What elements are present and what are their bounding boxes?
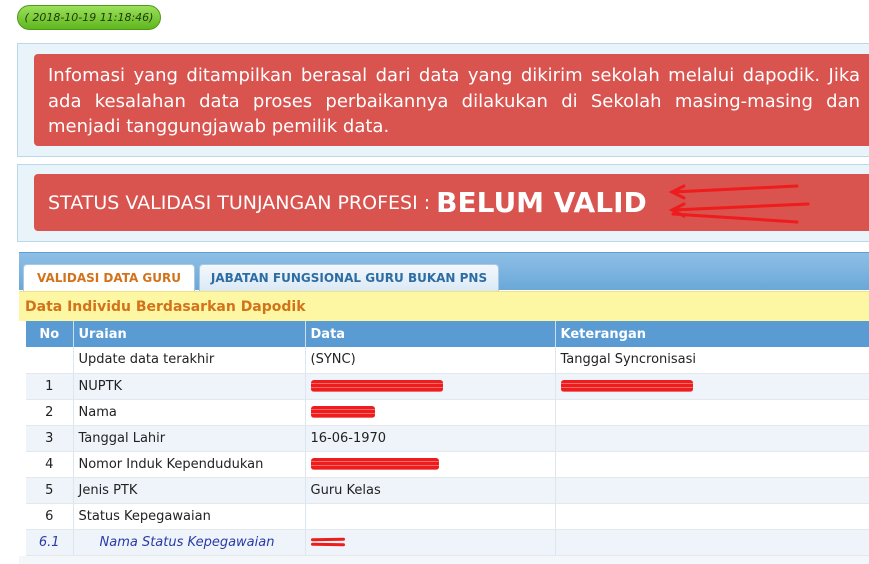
table-row: 4 Nomor Induk Kependudukan xyxy=(26,451,869,478)
row-no: 6 xyxy=(26,503,74,530)
redaction-mark xyxy=(311,535,345,549)
row-no: 4 xyxy=(26,451,74,478)
table-row: 5 Jenis PTK Guru Kelas xyxy=(26,477,869,504)
row-keterangan xyxy=(555,373,869,400)
column-header-no: No xyxy=(26,321,74,347)
row-data xyxy=(305,503,556,530)
row-uraian: Nama Status Kepegawaian xyxy=(73,529,306,556)
row-keterangan xyxy=(555,451,869,478)
table-row: 6.1 Nama Status Kepegawaian xyxy=(26,529,869,556)
redaction-mark xyxy=(310,406,375,418)
row-no xyxy=(26,347,74,374)
redaction-mark xyxy=(310,458,439,470)
row-uraian: NUPTK xyxy=(73,373,306,400)
section-title: Data Individu Berdasarkan Dapodik xyxy=(19,291,869,321)
status-value: BELUM VALID xyxy=(436,186,647,219)
row-uraian: Nama xyxy=(73,399,306,426)
tabs-bar: VALIDASI DATA GURU JABATAN FUNGSIONAL GU… xyxy=(19,252,869,291)
column-header-uraian: Uraian xyxy=(73,321,306,347)
row-keterangan xyxy=(555,425,869,452)
data-table: No Uraian Data Keterangan Update data te… xyxy=(26,321,869,556)
row-keterangan xyxy=(555,399,869,426)
info-panel: Infomasi yang ditampilkan berasal dari d… xyxy=(17,43,869,157)
row-data: Guru Kelas xyxy=(305,477,556,504)
row-keterangan xyxy=(555,503,869,530)
tab-jabatan-fungsional[interactable]: JABATAN FUNGSIONAL GURU BUKAN PNS xyxy=(199,264,499,291)
row-data: (SYNC) xyxy=(305,347,556,374)
info-alert: Infomasi yang ditampilkan berasal dari d… xyxy=(34,54,869,146)
bottom-strip xyxy=(19,556,869,564)
status-label: STATUS VALIDASI TUNJANGAN PROFESI : xyxy=(48,191,431,214)
table-row: 6 Status Kepegawaian xyxy=(26,503,869,530)
row-no: 5 xyxy=(26,477,74,504)
row-uraian: Jenis PTK xyxy=(73,477,306,504)
row-no: 3 xyxy=(26,425,74,452)
row-keterangan xyxy=(555,477,869,504)
redaction-mark xyxy=(560,380,693,392)
status-alert: STATUS VALIDASI TUNJANGAN PROFESI : BELU… xyxy=(34,174,869,231)
tab-validasi-data-guru[interactable]: VALIDASI DATA GURU xyxy=(23,264,195,291)
row-keterangan: Tanggal Syncronisasi xyxy=(555,347,869,374)
row-data xyxy=(305,451,556,478)
table-row: Update data terakhir (SYNC) Tanggal Sync… xyxy=(26,347,869,374)
redaction-mark xyxy=(310,380,443,392)
row-uraian: Nomor Induk Kependudukan xyxy=(73,451,306,478)
row-data xyxy=(305,399,556,426)
row-no: 1 xyxy=(26,373,74,400)
row-uraian: Status Kepegawaian xyxy=(73,503,306,530)
table-header-row: No Uraian Data Keterangan xyxy=(26,321,869,347)
table-row: 2 Nama xyxy=(26,399,869,426)
row-uraian: Update data terakhir xyxy=(73,347,306,374)
row-uraian: Tanggal Lahir xyxy=(73,425,306,452)
timestamp-badge: ( 2018-10-19 11:18:46) xyxy=(17,5,161,30)
row-data xyxy=(305,529,556,556)
row-no: 6.1 xyxy=(26,529,74,556)
table-row: 1 NUPTK xyxy=(26,373,869,400)
column-header-keterangan: Keterangan xyxy=(555,321,869,347)
row-no: 2 xyxy=(26,399,74,426)
status-panel: STATUS VALIDASI TUNJANGAN PROFESI : BELU… xyxy=(17,164,869,242)
row-keterangan xyxy=(555,529,869,556)
column-header-data: Data xyxy=(305,321,556,347)
row-data xyxy=(305,373,556,400)
row-data: 16-06-1970 xyxy=(305,425,556,452)
table-row: 3 Tanggal Lahir 16-06-1970 xyxy=(26,425,869,452)
